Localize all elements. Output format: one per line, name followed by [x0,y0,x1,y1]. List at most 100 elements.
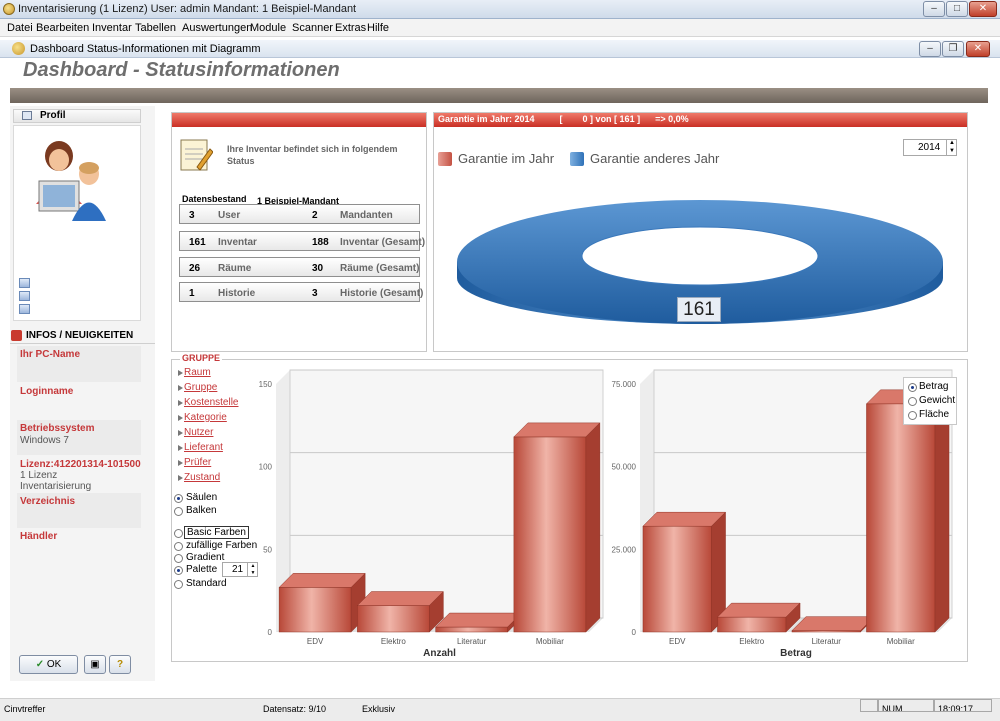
profile-icon [22,111,32,120]
stat-row-inventar: 161 Inventar 188 Inventar (Gesamt) [179,231,425,251]
x-tick-label: Literatur [812,637,842,646]
print-button[interactable]: ▣ [84,655,106,674]
inner-close-button[interactable]: ✕ [966,41,990,57]
bar-top [356,591,444,606]
menu-auswertungen[interactable]: Auswertungen [182,22,252,34]
ok-label: OK [46,659,62,670]
info-label: Ihr PC-Name [20,349,81,360]
gruppe-title: GRUPPE [180,353,223,363]
x-tick-label: Elektro [739,637,764,646]
gruppe-link-zustand[interactable]: Zustand [177,472,220,483]
label-gewicht: Gewicht [919,395,956,406]
gruppe-link-lieferant[interactable]: Lieferant [178,442,223,453]
stat-row-raeume: 26 Räume 30 Räume (Gesamt) [179,257,420,277]
inner-window-title: Dashboard Status-Informationen mit Diagr… [30,43,261,55]
x-tick-label: EDV [669,637,686,646]
menu-bearbeiten[interactable]: Bearbeiten [36,22,89,34]
year-spinner[interactable]: 2014 ▲ ▼ [903,139,957,156]
menu-datei[interactable]: Datei [7,22,33,34]
status-cell [860,699,878,712]
legend-swatch-anderes-jahr [570,152,584,166]
gruppe-link-pruefer[interactable]: Prüfer [177,457,211,468]
stat-value: 1 [189,288,195,299]
stat-label-2: Inventar (Gesamt) [340,237,426,248]
menu-module[interactable]: Module [250,22,286,34]
status-panel-header [172,113,426,127]
radio-gradient[interactable] [174,554,183,563]
close-button[interactable]: ✕ [969,1,997,17]
bar-front [278,587,352,633]
ok-button[interactable]: ✓ OK [19,655,78,674]
spin-up-icon[interactable]: ▲ [946,140,957,148]
mail-icon[interactable] [19,304,30,314]
menu-extras[interactable]: Extras [335,22,366,34]
y-tick-label: 0 [632,628,637,637]
info-value: Windows 7 [20,435,69,446]
x-tick-label: Elektro [381,637,406,646]
legend-im-jahr: Garantie im Jahr [458,151,555,166]
x-tick-label: Literatur [457,637,487,646]
stat-label-2: Mandanten [340,210,393,221]
bar-front [357,605,430,633]
bar-top [642,511,727,527]
infos-header: INFOS / NEUIGKEITEN [10,328,155,344]
info-value: 1 Lizenz [20,470,58,481]
bar-front [717,616,787,633]
radio-zufaellige-farben[interactable] [174,542,183,551]
radio-basic-farben[interactable] [174,529,183,538]
status-cell-num [878,699,934,712]
radio-standard[interactable] [174,580,183,589]
status-cell-time [934,699,992,712]
bar-top [513,422,601,438]
bar-front [513,436,587,633]
check-icon: ✓ [35,659,45,670]
radio-betrag[interactable] [908,383,917,392]
spin-down-icon[interactable]: ▼ [946,148,957,156]
label-saeulen: Säulen [186,492,218,503]
donut-hole [581,226,819,286]
info-verzeichnis: Verzeichnis [17,493,141,528]
info-label: Lizenz:412201314-101500 [20,459,141,470]
menu-hilfe[interactable]: Hilfe [367,22,389,34]
gruppe-link-nutzer[interactable]: Nutzer [177,427,213,438]
maximize-button[interactable]: □ [946,1,968,17]
gruppe-link-raum[interactable]: Raum [178,367,211,378]
status-bar: Cinvtreffer Datensatz: 9/10 Exklusiv NUM… [0,698,1000,721]
label-palette: Palette [186,564,218,575]
radio-palette[interactable] [174,566,183,575]
bar-top [278,573,366,588]
radio-flaeche[interactable] [908,411,917,420]
menu-scanner[interactable]: Scanner [292,22,333,34]
info-haendler: Händler [20,531,57,542]
radio-gewicht[interactable] [908,397,917,406]
stat-label: Historie [218,288,256,299]
menu-tabellen[interactable]: Tabellen [135,22,176,34]
y-tick-label: 50 [263,545,272,554]
prev-icon[interactable] [19,278,30,288]
menu-inventar[interactable]: Inventar [92,22,132,34]
app-icon [3,3,15,15]
y-tick-label: 25.000 [612,545,637,554]
gruppe-link-gruppe[interactable]: Gruppe [177,382,217,393]
gruppe-link-kostenstelle[interactable]: Kostenstelle [177,397,238,408]
minimize-button[interactable]: – [923,1,945,17]
bar-front [435,626,508,633]
year-value: 2014 [918,142,941,153]
stat-value-2: 3 [312,288,318,299]
gruppe-link-kategorie[interactable]: Kategorie [178,412,227,423]
y-tick-label: 150 [259,380,273,389]
help-button[interactable]: ? [109,655,131,674]
y-tick-label: 0 [268,628,273,637]
stat-row-historie: 1 Historie 3 Historie (Gesamt) [179,282,423,302]
inner-restore-button[interactable]: ❐ [942,41,964,57]
status-datensatz: Datensatz: 9/10 [263,704,327,714]
y-tick-label: 75.000 [612,380,637,389]
radio-saeulen[interactable] [174,494,183,503]
y-tick-label: 100 [259,463,273,472]
profile-label: Profil [40,110,66,121]
bar-top [435,612,523,628]
radio-balken[interactable] [174,507,183,516]
bar-side [585,422,601,633]
next-icon[interactable] [19,291,30,301]
inner-minimize-button[interactable]: – [919,41,941,57]
